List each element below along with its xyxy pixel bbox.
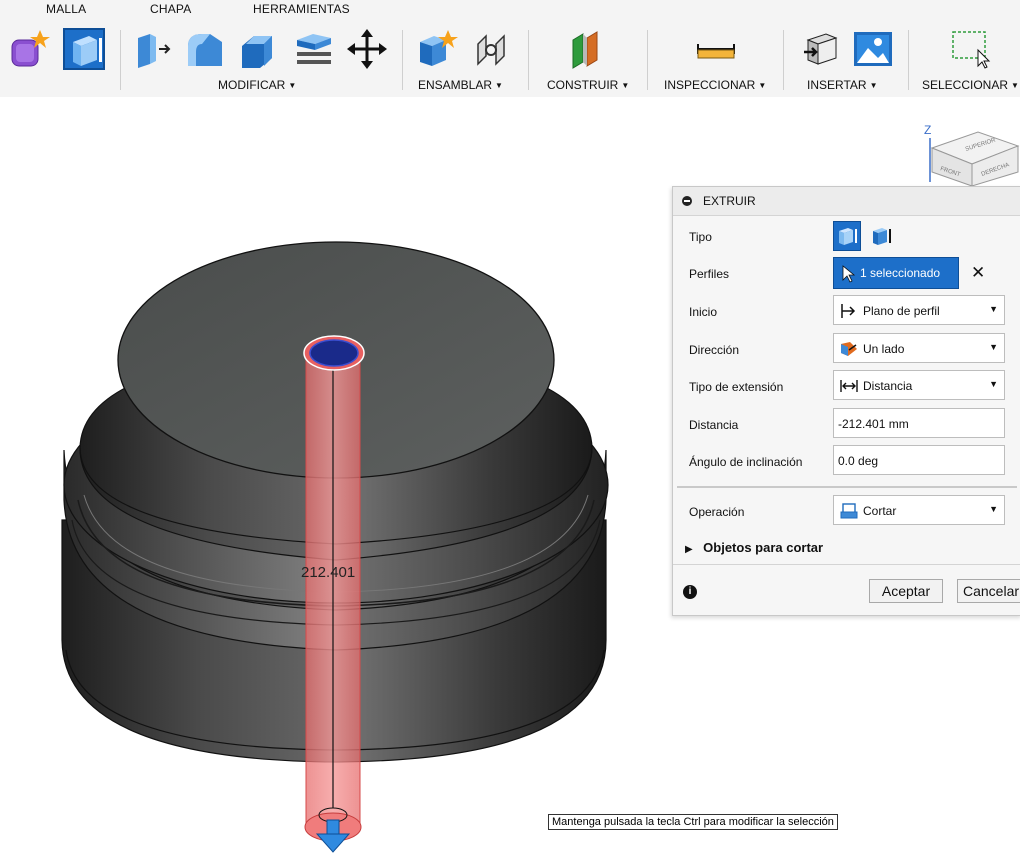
tipo-label: Tipo [689,230,712,244]
toolbar-separator [647,30,648,90]
one-side-icon [841,342,857,356]
cancel-button[interactable]: Cancelar [957,579,1020,603]
toolbar-separator [783,30,784,90]
operation-value: Cortar [863,504,897,518]
distance-dimension-label[interactable]: 212.401 [301,564,355,581]
direccion-label: Dirección [689,343,740,357]
distance-input[interactable]: -212.401 mm [833,408,1005,438]
section-divider [677,486,1017,488]
fillet-icon[interactable] [184,28,226,70]
start-dropdown[interactable]: Plano de perfil ▼ [833,295,1005,325]
extent-type-dropdown[interactable]: Distancia ▼ [833,370,1005,400]
measure-icon[interactable] [695,28,737,70]
profiles-selection-button[interactable]: 1 seleccionado [833,257,959,289]
profiles-count: 1 seleccionado [860,266,941,280]
extent-type-value: Distancia [863,379,913,393]
toolbar: MALLA CHAPA HERRAMIENTAS MODIFICAR ▼ ENS… [0,0,1020,98]
press-pull-icon[interactable] [132,28,174,70]
insert-menu[interactable]: INSERTAR ▼ [807,78,878,92]
construct-menu[interactable]: CONSTRUIR ▼ [547,78,629,92]
joint-icon[interactable] [470,28,512,70]
perfiles-label: Perfiles [689,267,730,281]
type-thin-button[interactable] [867,221,895,251]
new-component-icon[interactable] [416,28,458,70]
shell-icon[interactable] [293,28,335,70]
cut-icon [840,503,858,519]
chamfer-icon[interactable] [238,28,280,70]
profile-plane-icon [841,304,856,318]
collapse-icon[interactable] [682,196,692,206]
chevron-down-icon: ▼ [989,304,998,314]
direction-value: Un lado [863,342,905,356]
operation-dropdown[interactable]: Cortar ▼ [833,495,1005,525]
angulo-label: Ángulo de inclinación [689,455,803,469]
toolbar-separator [120,30,121,90]
caret-right-icon: ▶ [685,544,693,555]
taper-angle-input[interactable]: 0.0 deg [833,445,1005,475]
direction-dropdown[interactable]: Un lado ▼ [833,333,1005,363]
modify-menu[interactable]: MODIFICAR ▼ [218,78,296,92]
inicio-label: Inicio [689,305,718,319]
toolbar-separator [908,30,909,90]
window-select-icon[interactable] [950,28,992,70]
pointer-icon [842,265,856,283]
toolbar-separator [402,30,403,90]
extrude-icon[interactable] [63,28,105,70]
tipo-extension-label: Tipo de extensión [689,380,784,394]
create-form-icon[interactable] [8,28,50,70]
footer-divider [673,564,1020,565]
chevron-down-icon: ▼ [989,379,998,389]
chevron-down-icon: ▼ [989,504,998,514]
objects-to-cut-label: Objetos para cortar [703,540,824,555]
thin-extrude-icon [873,228,891,245]
insert-derive-icon[interactable] [800,28,842,70]
clear-selection-icon[interactable]: ✕ [971,263,985,283]
assemble-menu[interactable]: ENSAMBLAR ▼ [418,78,503,92]
objects-to-cut-toggle[interactable]: ▶ Objetos para cortar [685,539,823,557]
inspect-menu[interactable]: INSPECCIONAR ▼ [664,78,766,92]
insert-canvas-icon[interactable] [852,28,894,70]
distancia-label: Distancia [689,418,739,432]
offset-plane-icon[interactable] [567,28,609,70]
z-axis-label: Z [924,123,931,137]
select-menu[interactable]: SELECCIONAR ▼ [922,78,1019,92]
start-value: Plano de perfil [863,304,940,318]
type-solid-button[interactable] [833,221,861,251]
tab-chapa[interactable]: CHAPA [150,2,191,16]
ok-button[interactable]: Aceptar [869,579,943,603]
chevron-down-icon: ▼ [989,342,998,352]
operacion-label: Operación [689,505,745,519]
dialog-title: EXTRUIR [703,194,756,208]
selection-hint-tooltip: Mantenga pulsada la tecla Ctrl para modi… [548,814,838,830]
tab-herramientas[interactable]: HERRAMIENTAS [253,2,350,16]
solid-extrude-icon [839,228,857,245]
extrude-dialog: EXTRUIR Tipo Perfiles 1 seleccionado ✕ I… [672,186,1020,616]
toolbar-separator [528,30,529,90]
dialog-header[interactable]: EXTRUIR [673,187,1020,216]
distance-icon [840,380,858,392]
info-icon[interactable]: i [683,585,697,599]
tab-malla[interactable]: MALLA [46,2,86,16]
move-icon[interactable] [346,28,388,70]
